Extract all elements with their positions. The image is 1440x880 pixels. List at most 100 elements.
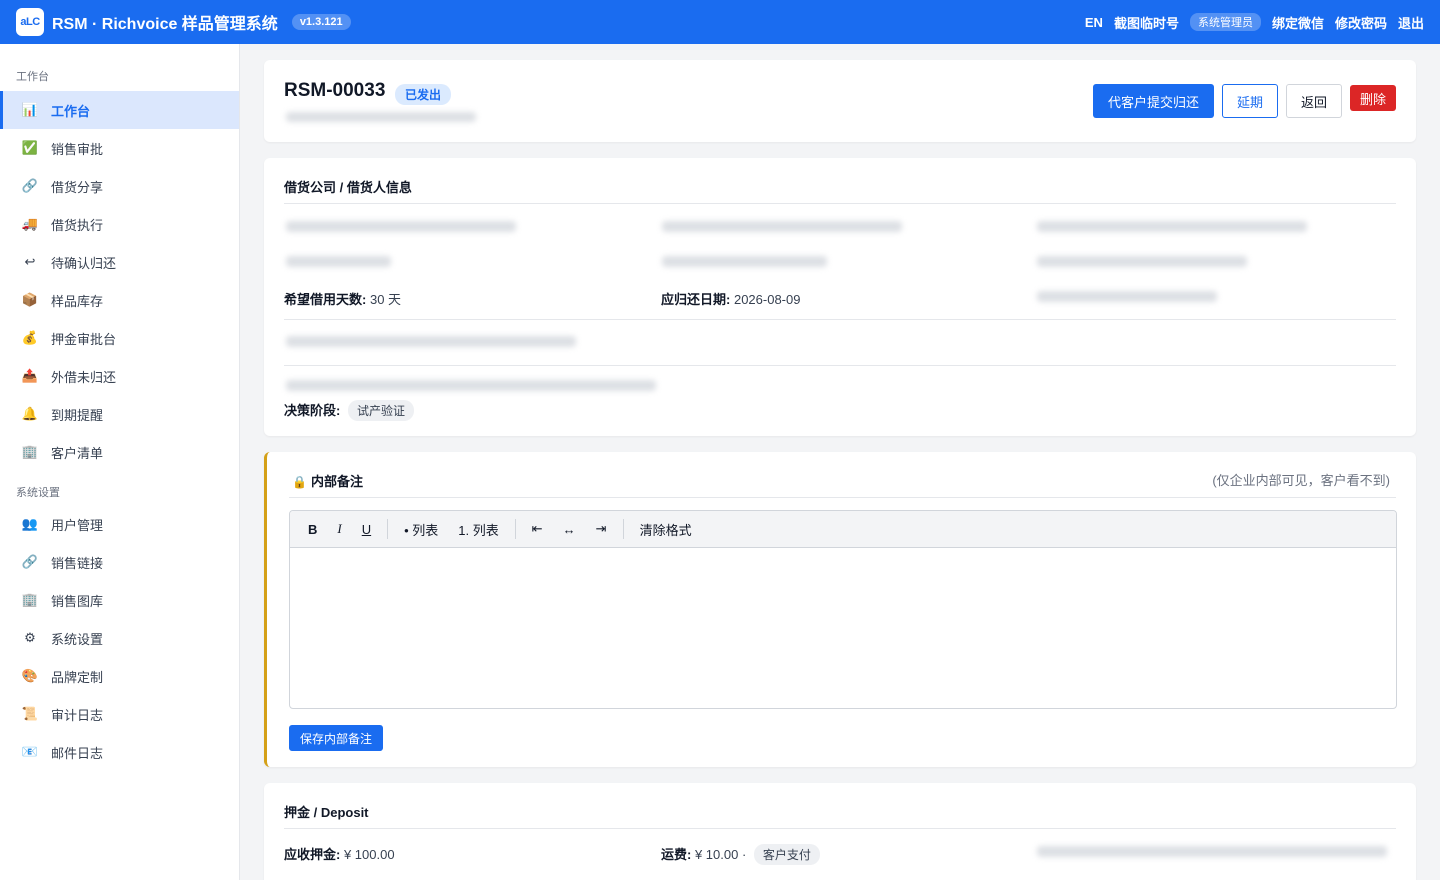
deposit-amount-value: ¥ 100.00 <box>343 847 395 862</box>
toolbar-separator <box>622 519 624 539</box>
sidebar-item[interactable]: 📜 审计日志 <box>0 695 239 733</box>
link-icon: 🔗 <box>21 178 39 193</box>
due-date-field: 应归还日期: 2026-08-09 <box>661 289 800 308</box>
truck-icon: 🚚 <box>21 216 39 231</box>
building-icon: 🏢 <box>21 592 39 607</box>
back-button[interactable]: 返回 <box>1286 84 1342 118</box>
shipping-field: 运费: ¥ 10.00 · 客户支付 <box>661 844 820 865</box>
package-icon: 📦 <box>21 292 39 307</box>
sidebar-item[interactable]: 🔔 到期提醒 <box>0 395 239 433</box>
sidebar-item[interactable]: ⚙ 系统设置 <box>0 619 239 657</box>
underline-button[interactable]: U <box>352 522 381 537</box>
indent-icon[interactable]: ⇥ <box>586 521 617 537</box>
outdent-icon[interactable]: ⇤ <box>522 521 553 537</box>
sidebar-item-label: 审计日志 <box>51 707 104 723</box>
numbered-list-button[interactable]: 1. 列表 <box>448 520 508 539</box>
sidebar-item-label: 客户清单 <box>51 445 104 461</box>
sidebar-item-label: 待确认归还 <box>51 255 117 271</box>
language-toggle[interactable]: EN <box>1085 15 1103 30</box>
shipping-label: 运费: <box>661 847 692 862</box>
sidebar-item[interactable]: ✅ 销售审批 <box>0 129 239 167</box>
logout-link[interactable]: 退出 <box>1398 13 1424 32</box>
sidebar-item[interactable]: 👥 用户管理 <box>0 505 239 543</box>
sidebar-item[interactable]: 🔗 借货分享 <box>0 167 239 205</box>
sidebar-item[interactable]: 📤 外借未归还 <box>0 357 239 395</box>
divider <box>289 497 1396 498</box>
sidebar-item[interactable]: ↩ 待确认归还 <box>0 243 239 281</box>
top-bar: aLC RSM · Richvoice 样品管理系统 v1.3.121 EN 截… <box>0 0 1440 44</box>
shipping-payer-chip: 客户支付 <box>753 844 820 865</box>
divider <box>284 365 1396 366</box>
role-badge: 系统管理员 <box>1189 13 1261 31</box>
gear-icon: ⚙ <box>24 630 36 645</box>
note-visibility-hint: (仅企业内部可见，客户看不到) <box>1212 473 1390 488</box>
divider <box>284 203 1396 204</box>
sidebar-item[interactable]: 🏢 客户清单 <box>0 433 239 471</box>
sidebar-item[interactable]: 🚚 借货执行 <box>0 205 239 243</box>
decision-stage-label: 决策阶段: <box>284 403 341 418</box>
divider <box>284 828 1396 829</box>
toolbar-separator <box>387 519 389 539</box>
sidebar-item-label: 借货执行 <box>51 217 104 233</box>
deposit-amount-field: 应收押金: ¥ 100.00 <box>284 844 395 863</box>
note-title: 内部备注 <box>310 474 363 489</box>
italic-button[interactable]: I <box>327 521 351 537</box>
redacted-text <box>1037 221 1307 232</box>
sidebar-item[interactable]: 🏢 销售图库 <box>0 581 239 619</box>
link-icon: 🔗 <box>21 554 39 569</box>
sidebar-item[interactable]: 🎨 品牌定制 <box>0 657 239 695</box>
deposit-card: 押金 / Deposit 应收押金: ¥ 100.00 运费: ¥ 10.00 … <box>264 783 1416 880</box>
top-links: EN 截图临时号 系统管理员 绑定微信 修改密码 退出 <box>1074 13 1424 32</box>
redacted-text <box>1037 846 1387 857</box>
sidebar-item-label: 借货分享 <box>51 179 104 195</box>
bold-button[interactable]: B <box>298 522 327 537</box>
sidebar-item-label: 押金审批台 <box>51 331 117 347</box>
toolbar-separator <box>514 519 516 539</box>
sidebar-item[interactable]: 📧 邮件日志 <box>0 733 239 771</box>
sidebar-item[interactable]: 📊 工作台 <box>0 91 239 129</box>
checkbox-icon: ✅ <box>21 140 39 155</box>
submit-return-button[interactable]: 代客户提交归还 <box>1093 84 1214 118</box>
sidebar-item[interactable]: 💰 押金审批台 <box>0 319 239 357</box>
align-center-icon[interactable]: ↔ <box>553 522 586 537</box>
extend-button[interactable]: 延期 <box>1222 84 1278 118</box>
bind-wechat-link[interactable]: 绑定微信 <box>1272 13 1324 32</box>
shipping-value: ¥ 10.00 · <box>694 847 747 862</box>
rich-text-editor: B I U • 列表 1. 列表 ⇤ ↔ ⇥ 清除格式 <box>289 510 1397 709</box>
sidebar-item-label: 样品库存 <box>51 293 104 309</box>
sidebar-item-label: 工作台 <box>51 103 91 119</box>
sidebar: 工作台 系统设置 📊 工作台 ✅ 销售审批 🔗 借货分享 🚚 借货执行 ↩ 待确认归还 📦 样品库存 💰… <box>0 44 240 880</box>
section-title-deposit: 押金 / Deposit <box>284 805 369 820</box>
sidebar-group-workbench: 工作台 <box>16 71 49 83</box>
editor-toolbar: B I U • 列表 1. 列表 ⇤ ↔ ⇥ 清除格式 <box>290 511 1396 548</box>
sidebar-item[interactable]: 📦 样品库存 <box>0 281 239 319</box>
save-note-button[interactable]: 保存内部备注 <box>289 725 384 751</box>
scroll-icon: 📜 <box>21 706 39 721</box>
order-header-card: RSM-00033 已发出 代客户提交归还 延期 返回 删除 <box>264 60 1416 142</box>
building-icon: 🏢 <box>21 444 39 459</box>
redacted-text <box>1037 291 1217 302</box>
outbox-icon: 📤 <box>21 368 39 383</box>
status-badge: 已发出 <box>395 84 452 105</box>
borrow-days-label: 希望借用天数: <box>284 292 367 307</box>
return-icon: ↩ <box>24 254 36 269</box>
editor-content[interactable] <box>290 548 1396 708</box>
app-logo: aLC <box>16 8 44 36</box>
redacted-text <box>662 256 827 267</box>
borrow-days-field: 希望借用天数: 30 天 <box>284 289 401 308</box>
delete-button[interactable]: 删除 <box>1350 85 1396 111</box>
bullet-list-button[interactable]: • 列表 <box>394 520 448 539</box>
redacted-text <box>286 256 391 267</box>
deposit-amount-label: 应收押金: <box>284 847 341 862</box>
bar-chart-icon: 📊 <box>21 102 39 117</box>
screenshot-link[interactable]: 截图临时号 <box>1114 13 1179 32</box>
money-bag-icon: 💰 <box>21 330 39 345</box>
internal-note-card: 🔒 内部备注 (仅企业内部可见，客户看不到) B I U • 列表 1. 列表 ⇤… <box>264 452 1416 767</box>
change-password-link[interactable]: 修改密码 <box>1335 13 1387 32</box>
clear-format-button[interactable]: 清除格式 <box>630 520 702 539</box>
sidebar-item[interactable]: 🔗 销售链接 <box>0 543 239 581</box>
decision-stage-chip: 试产验证 <box>347 400 414 421</box>
due-date-label: 应归还日期: <box>661 292 731 307</box>
section-title-borrower: 借货公司 / 借货人信息 <box>284 180 412 195</box>
sidebar-item-label: 销售链接 <box>51 555 104 571</box>
